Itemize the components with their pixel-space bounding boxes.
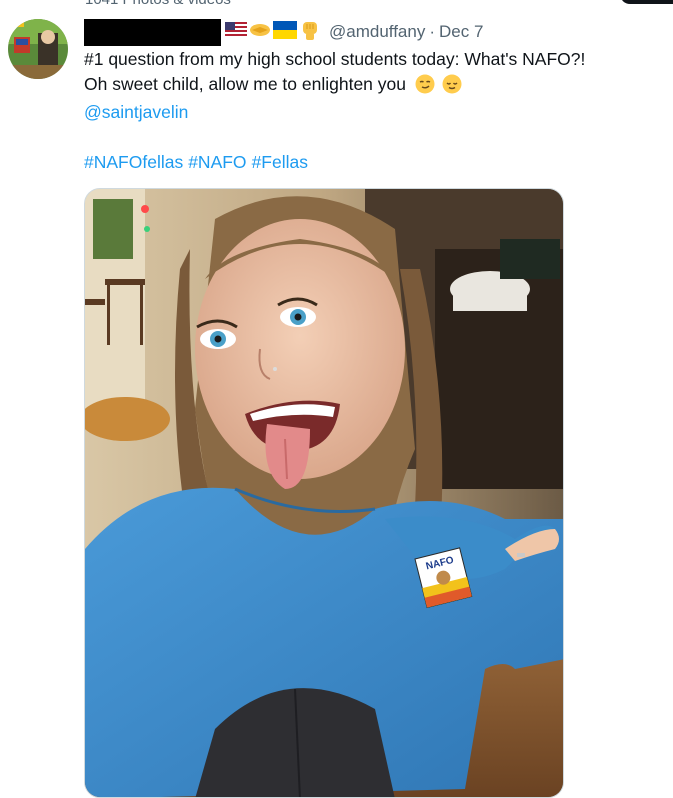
hashtag-fellas[interactable]: #Fellas xyxy=(252,152,308,172)
photo-illustration: NAFO xyxy=(85,189,563,797)
profile-media-count: 1041 Photos & videos xyxy=(85,0,231,8)
avatar-image xyxy=(8,19,68,79)
tweet-photo[interactable]: NAFO xyxy=(84,188,564,798)
separator-dot: · xyxy=(429,22,436,41)
handshake-icon xyxy=(249,21,271,44)
avatar[interactable] xyxy=(8,19,68,79)
tweet-header: @amduffany · Dec 7 xyxy=(84,18,483,46)
tweet-date[interactable]: Dec 7 xyxy=(439,22,483,42)
tweet-line-1: #1 question from my high school students… xyxy=(84,49,586,69)
author-handle[interactable]: @amduffany xyxy=(329,22,425,42)
raised-fist-icon xyxy=(299,19,321,46)
hashtag-nafofellas[interactable]: #NAFOfellas xyxy=(84,152,183,172)
relieved-face-icon xyxy=(442,74,462,101)
smirking-face-icon xyxy=(415,74,435,101)
tweet-text: #1 question from my high school students… xyxy=(84,47,654,174)
tweet-line-2-text: Oh sweet child, allow me to enlighten yo… xyxy=(84,73,406,94)
ukraine-flag-icon xyxy=(273,20,297,44)
hashtag-row: #NAFOfellas #NAFO #Fellas xyxy=(84,150,654,175)
follow-button[interactable] xyxy=(620,0,673,4)
mention-link[interactable]: @saintjavelin xyxy=(84,100,654,125)
tweet-line-2: Oh sweet child, allow me to enlighten yo… xyxy=(84,72,654,101)
redacted-display-name[interactable] xyxy=(84,18,221,46)
hashtag-nafo[interactable]: #NAFO xyxy=(188,152,246,172)
us-flag-icon xyxy=(225,21,247,43)
